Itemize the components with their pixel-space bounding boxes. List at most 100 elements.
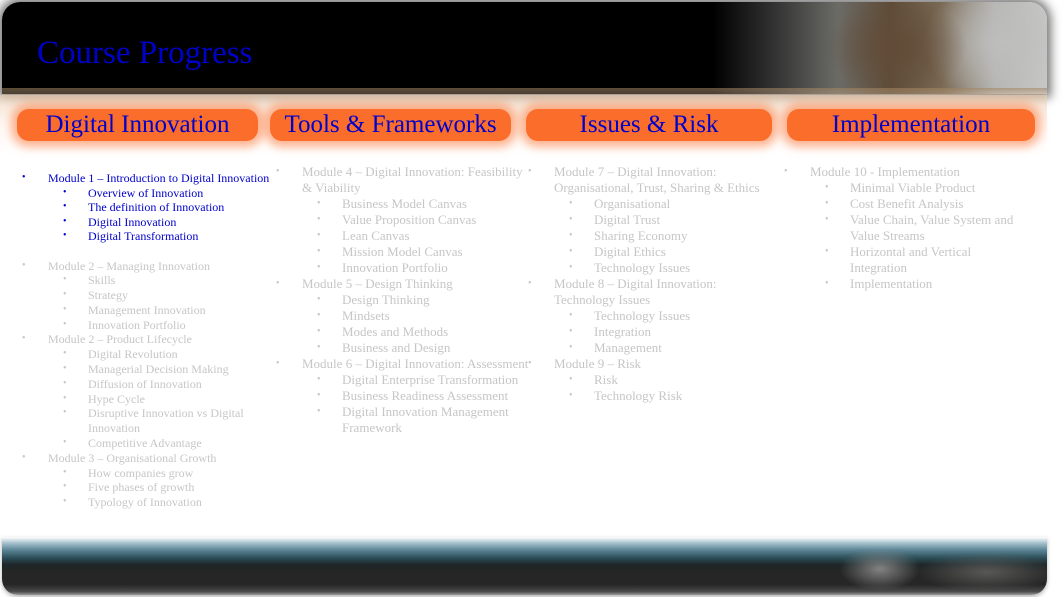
- topic-item: • Design Thinking: [302, 292, 530, 308]
- module-title: Module 2 – Managing Innovation: [48, 258, 210, 273]
- topic-item: • Value Chain, Value System and Value Str…: [810, 212, 1025, 244]
- module-item: • Module 1 – Introduction to Digital Inno…: [22, 171, 278, 244]
- topic-label: Diffusion of Innovation: [88, 376, 202, 391]
- topic-label: Strategy: [88, 288, 128, 303]
- module-title: Module 3 – Organisational Growth: [48, 450, 217, 465]
- bullet-icon: •: [22, 172, 26, 183]
- bullet-icon: •: [63, 289, 67, 301]
- topic-item: • Management Innovation: [48, 303, 278, 318]
- topic-label: Value Chain, Value System and Value Stre…: [850, 212, 1014, 243]
- topic-list: • Overview of Innovation • The definition o…: [48, 186, 278, 244]
- module-item: • Module 6 – Digital Innovation: Assessme…: [276, 356, 530, 436]
- bullet-icon: •: [825, 198, 829, 209]
- topic-item: • Overview of Innovation: [48, 186, 278, 201]
- bullet-icon: •: [317, 342, 321, 353]
- topic-list: • How companies grow • Five phases of growt…: [48, 466, 278, 510]
- topic-label: Managerial Decision Making: [88, 362, 229, 377]
- topic-label: Business and Design: [342, 340, 451, 355]
- topic-item: • Digital Innovation: [48, 215, 278, 230]
- bullet-icon: •: [317, 390, 321, 401]
- bullet-icon: •: [569, 326, 573, 337]
- module-item: • Module 5 – Design Thinking • Design Think…: [276, 276, 530, 356]
- bullet-icon: •: [276, 358, 280, 369]
- slide: Course Progress Digital Innovation Tools…: [0, 0, 1047, 597]
- bullet-icon: •: [825, 182, 829, 193]
- bullet-icon: •: [317, 198, 321, 209]
- bullet-icon: •: [276, 166, 280, 177]
- topic-label: Innovation Portfolio: [88, 317, 186, 332]
- topic-item: • Disruptive Innovation vs Digital Innova…: [48, 406, 278, 436]
- topic-label: Sharing Economy: [594, 228, 688, 243]
- module-title: Module 6 – Digital Innovation: Assessmen…: [302, 356, 529, 371]
- column-digital-innovation: • Module 1 – Introduction to Digital Inno…: [22, 171, 278, 510]
- topic-item: • Minimal Viable Product: [810, 180, 1025, 196]
- topic-item: • Implementation: [810, 276, 1025, 292]
- topic-label: Digital Ethics: [594, 244, 666, 259]
- topic-label: Risk: [594, 372, 618, 387]
- topic-label: Digital Transformation: [88, 229, 199, 243]
- page-title: Course Progress: [37, 35, 253, 71]
- bullet-icon: •: [784, 166, 788, 177]
- title-banner: Course Progress: [2, 2, 1047, 102]
- topic-list: • Business Model Canvas • Value Proposition…: [302, 196, 530, 276]
- bullet-icon: •: [317, 406, 321, 417]
- topic-item: • Five phases of growth: [48, 480, 278, 495]
- bullet-icon: •: [22, 451, 26, 463]
- bullet-icon: •: [569, 390, 573, 401]
- footer-banner: [2, 537, 1047, 595]
- bullet-icon: •: [569, 374, 573, 385]
- module-title: Module 9 – Risk: [554, 356, 642, 371]
- topic-item: • Innovation Portfolio: [302, 260, 530, 276]
- bullet-icon: •: [22, 333, 26, 345]
- topic-label: Business Model Canvas: [342, 196, 467, 211]
- topic-item: • Digital Trust: [554, 212, 772, 228]
- topic-item: • The definition of Innovation: [48, 200, 278, 215]
- topic-item: • Digital Ethics: [554, 244, 772, 260]
- topic-list: • Minimal Viable Product • Cost Benefit Ana…: [810, 180, 1025, 292]
- module-list: • Module 4 – Digital Innovation: Feasibil…: [276, 164, 530, 436]
- topic-label: Horizontal and Vertical Integration: [850, 244, 972, 275]
- bullet-icon: •: [63, 230, 67, 241]
- topic-label: Innovation Portfolio: [342, 260, 448, 275]
- topic-label: The definition of Innovation: [88, 200, 225, 214]
- topic-item: • Organisational: [554, 196, 772, 212]
- topic-item: • Business and Design: [302, 340, 530, 356]
- bullet-icon: •: [317, 294, 321, 305]
- module-title: Module 4 – Digital Innovation: Feasibili…: [302, 164, 523, 195]
- topic-item: • Digital Innovation Management Framework: [302, 404, 530, 436]
- topic-item: • Managerial Decision Making: [48, 362, 278, 377]
- category-header-digital-innovation: Digital Innovation: [17, 109, 258, 141]
- bullet-icon: •: [569, 246, 573, 257]
- bullet-icon: •: [569, 310, 573, 321]
- bullet-icon: •: [276, 278, 280, 289]
- topic-label: Mission Model Canvas: [342, 244, 463, 259]
- topic-item: • Digital Revolution: [48, 347, 278, 362]
- bullet-icon: •: [569, 342, 573, 353]
- topic-item: • Modes and Methods: [302, 324, 530, 340]
- topic-label: Technology Risk: [594, 388, 683, 403]
- module-item: • Module 2 – Managing Innovation • Skills • S…: [22, 258, 278, 333]
- module-list: • Module 7 – Digital Innovation: Organisa…: [528, 164, 772, 404]
- bullet-icon: •: [63, 215, 67, 227]
- topic-item: • Competitive Advantage: [48, 436, 278, 451]
- module-title: Module 1 – Introduction to Digital Innov…: [48, 171, 270, 185]
- bullet-icon: •: [569, 198, 573, 209]
- topic-label: Modes and Methods: [342, 324, 449, 339]
- bullet-icon: •: [63, 377, 67, 389]
- bullet-icon: •: [569, 262, 573, 273]
- topic-item: • Typology of Innovation: [48, 495, 278, 510]
- module-title: Module 5 – Design Thinking: [302, 276, 453, 291]
- topic-label: Integration: [594, 324, 652, 339]
- bullet-icon: •: [63, 348, 67, 360]
- bullet-icon: •: [528, 278, 532, 289]
- bullet-icon: •: [528, 166, 532, 177]
- topic-label: How companies grow: [88, 465, 194, 480]
- topic-list: • Digital Enterprise Transformation • Busin…: [302, 372, 530, 436]
- topic-item: • Cost Benefit Analysis: [810, 196, 1025, 212]
- topic-item: • Lean Canvas: [302, 228, 530, 244]
- topic-label: Minimal Viable Product: [850, 180, 976, 195]
- module-list: • Module 1 – Introduction to Digital Inno…: [22, 171, 278, 510]
- bullet-icon: •: [317, 310, 321, 321]
- module-item: • Module 10 - Implementation • Minimal Viab…: [784, 164, 1025, 292]
- category-header-implementation: Implementation: [787, 109, 1035, 141]
